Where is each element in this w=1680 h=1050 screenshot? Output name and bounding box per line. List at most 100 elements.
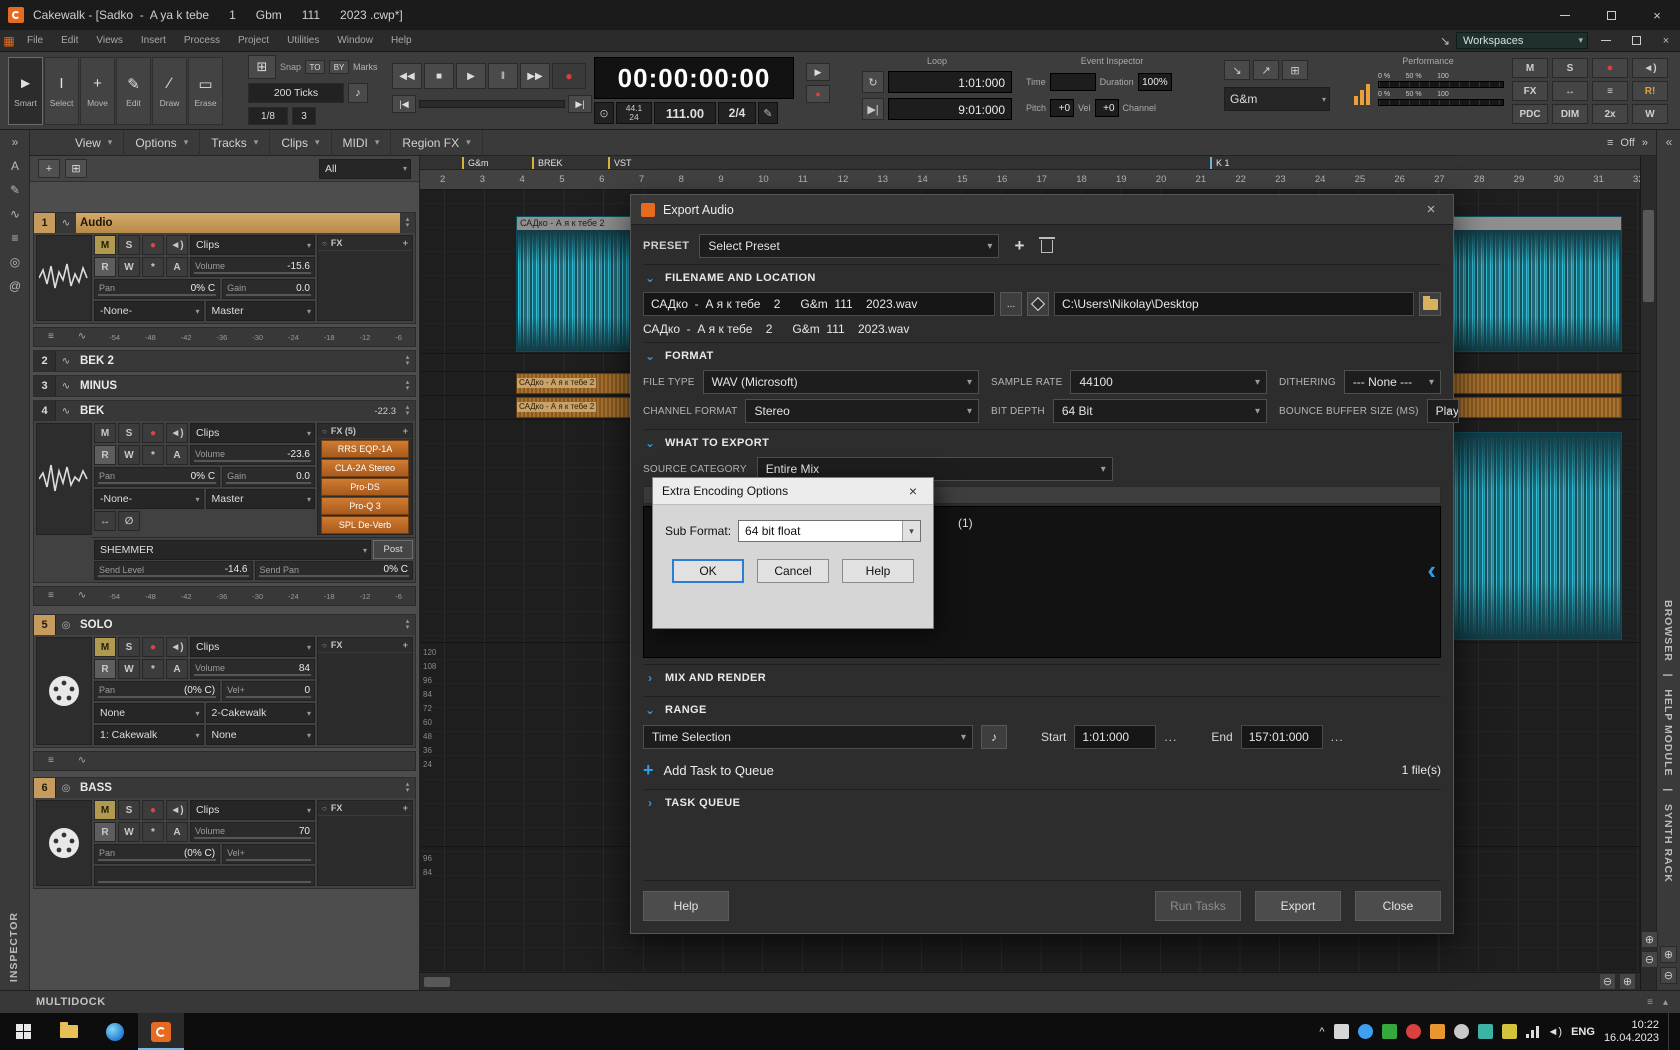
global-solo-button[interactable]: S <box>1552 58 1588 78</box>
automation-button[interactable]: A <box>166 257 188 277</box>
arm-button[interactable]: ● <box>142 423 164 443</box>
fx-plugin[interactable]: Pro-Q 3 <box>321 497 409 515</box>
tempo-display[interactable]: 111.00 <box>654 102 716 124</box>
scrollbar-thumb[interactable] <box>424 977 450 987</box>
marker[interactable]: VST <box>608 157 632 169</box>
taskbar-edge[interactable] <box>92 1013 138 1050</box>
menu-item[interactable]: Project <box>229 30 278 52</box>
pan-slider[interactable]: Pan 0% C <box>94 279 220 299</box>
menu-item[interactable]: Window <box>328 30 382 52</box>
fx-power-icon[interactable]: ○ <box>322 641 327 650</box>
taskbar-cakewalk[interactable] <box>138 1013 184 1050</box>
tray-icon[interactable] <box>1334 1024 1349 1039</box>
pan-slider[interactable]: Pan (0% C) <box>94 844 220 864</box>
snap-by-button[interactable]: BY <box>329 60 349 74</box>
write-automation-button[interactable]: W <box>118 445 140 465</box>
play-small-button[interactable]: ▶ <box>806 63 830 81</box>
channel-format-dropdown[interactable]: Stereo <box>745 399 979 423</box>
dialog-title-bar[interactable]: Export Audio × <box>631 195 1453 225</box>
ok-button[interactable]: OK <box>672 559 744 583</box>
multidock-label[interactable]: MULTIDOCK <box>36 996 106 1008</box>
stop-button[interactable]: ■ <box>424 63 454 89</box>
input-echo-button[interactable]: ◄) <box>166 637 188 657</box>
close-dialog-button[interactable]: Close <box>1355 891 1441 921</box>
view-menu-item[interactable]: Clips <box>270 130 331 156</box>
edit-filter-dropdown[interactable]: Clips <box>190 423 315 443</box>
arm-button[interactable]: ● <box>142 800 164 820</box>
track-header[interactable]: 5 ◎ SOLO <box>34 615 415 635</box>
edit-filter-dropdown[interactable]: Clips <box>190 800 315 820</box>
volume-slider[interactable]: Volume -15.6 <box>190 257 315 277</box>
close-button[interactable]: × <box>1634 0 1680 30</box>
dim-solo-button[interactable]: DIM <box>1552 104 1588 124</box>
ei-duration-value[interactable]: 100% <box>1138 73 1172 91</box>
help-button[interactable]: Help <box>643 891 729 921</box>
velocity-slider[interactable]: Vel+ <box>222 844 315 864</box>
multidock-bar[interactable]: MULTIDOCK ≡ ▴ <box>0 990 1680 1013</box>
start-button[interactable] <box>0 1013 46 1050</box>
track-6-bass[interactable]: 6 ◎ BASS M S ● ◄) Clip <box>33 777 416 889</box>
wave-icon[interactable]: ∿ <box>69 585 95 607</box>
bounce-buffer-dropdown[interactable]: Playback <box>1427 399 1459 423</box>
freeze-button[interactable]: * <box>142 445 164 465</box>
write-automation-button[interactable]: W <box>118 659 140 679</box>
track-filter-dropdown[interactable]: All <box>319 159 411 179</box>
track-name[interactable]: BEK 2 <box>76 351 400 371</box>
speed-button[interactable]: 2x <box>1592 104 1628 124</box>
global-arm-button[interactable]: ● <box>1592 58 1628 78</box>
range-end-browse[interactable]: ... <box>1331 730 1344 744</box>
track-collapse-icon[interactable] <box>400 376 415 396</box>
track-header[interactable]: 4 ∿ BEK -22.3 <box>34 401 415 421</box>
scrollbar-thumb[interactable] <box>1643 210 1654 302</box>
add-fx-icon[interactable]: + <box>403 803 408 813</box>
track-name[interactable]: MINUS <box>76 376 400 396</box>
loop-end-value[interactable]: 9:01:000 <box>888 98 1012 120</box>
output-selector[interactable]: Master <box>206 301 316 321</box>
run-tasks-button[interactable]: Run Tasks <box>1155 891 1241 921</box>
show-desktop-button[interactable] <box>1668 1013 1674 1050</box>
range-end-input[interactable]: 157:01:000 <box>1241 725 1323 749</box>
tool-button[interactable]: ► Smart <box>8 57 43 125</box>
folder-icon[interactable] <box>1419 292 1441 316</box>
expand-dock-icon[interactable]: » <box>0 130 30 154</box>
tool-button[interactable]: ▭ Erase <box>188 57 223 125</box>
menu-item[interactable]: Insert <box>132 30 175 52</box>
track-name[interactable]: BASS <box>76 778 400 798</box>
save-preset-icon[interactable]: + <box>1009 236 1029 256</box>
network-icon[interactable] <box>1526 1026 1539 1038</box>
dialog-title-bar[interactable]: Extra Encoding Options × <box>653 478 933 505</box>
marker-strip[interactable]: G&m BREK VST K 1 <box>420 156 1640 170</box>
preset-dropdown[interactable]: Select Preset <box>699 234 999 258</box>
global-mute-button[interactable]: M <box>1512 58 1548 78</box>
go-to-start-button[interactable]: |◀ <box>392 95 416 113</box>
lanes-icon[interactable]: ≡ <box>39 750 63 772</box>
volume-slider[interactable]: Volume -23.6 <box>190 445 315 465</box>
stretch-icon[interactable]: ↔ <box>94 511 116 531</box>
track-collapse-icon[interactable] <box>400 401 415 421</box>
marker[interactable]: G&m <box>462 157 489 169</box>
tray-expand-icon[interactable]: ^ <box>1319 1026 1324 1038</box>
input-echo-button[interactable]: ◄) <box>166 800 188 820</box>
dithering-dropdown[interactable]: --- None --- <box>1344 370 1441 394</box>
horizontal-scrollbar[interactable]: ⊖ ⊕ <box>420 972 1640 990</box>
fx-bin[interactable]: ○ FX + <box>317 800 413 886</box>
help-button[interactable]: Help <box>842 559 914 583</box>
lanes-icon[interactable]: ≡ <box>39 585 63 607</box>
musical-time-icon[interactable]: ♪ <box>981 725 1007 749</box>
output-selector[interactable]: 2-Cakewalk <box>206 703 316 723</box>
windows-taskbar[interactable]: ^ ◄) ENG 10:22 16.04.2023 <box>0 1013 1680 1050</box>
freeze-button[interactable]: * <box>142 257 164 277</box>
note-icon[interactable]: ♪ <box>348 83 368 103</box>
section-format[interactable]: FORMAT <box>643 342 1441 368</box>
add-task-label[interactable]: Add Task to Queue <box>664 763 774 778</box>
at-icon[interactable]: @ <box>0 274 30 298</box>
menu-item[interactable]: Edit <box>52 30 87 52</box>
send-level-slider[interactable]: Send Level -14.6 <box>94 561 253 580</box>
tray-icon[interactable] <box>1358 1024 1373 1039</box>
fx-bin[interactable]: ○ FX + <box>317 637 413 745</box>
cancel-button[interactable]: Cancel <box>757 559 829 583</box>
zoom-in-icon[interactable]: ⊕ <box>1619 973 1636 990</box>
collapse-dock-icon[interactable]: « <box>1657 130 1680 154</box>
menu-item[interactable]: File <box>18 30 52 52</box>
section-mix-and-render[interactable]: MIX AND RENDER <box>643 664 1441 690</box>
